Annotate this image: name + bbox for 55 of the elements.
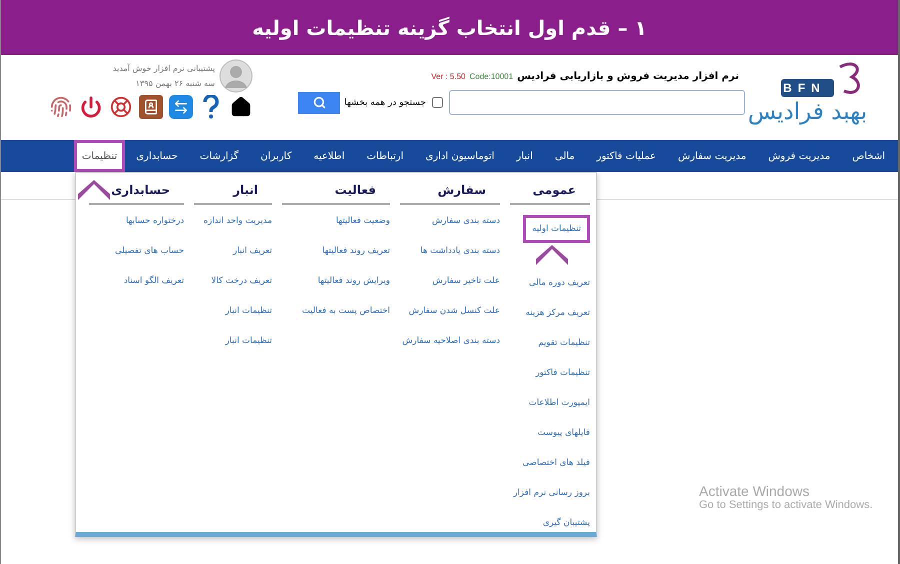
- banner-title: ۱ – قدم اول انتخاب گزینه تنظیمات اولیه: [252, 16, 647, 40]
- menu-item[interactable]: بروز رسانی نرم افزار: [513, 487, 590, 517]
- nav-tab[interactable]: مالی: [544, 140, 586, 172]
- menu-item[interactable]: تعریف مرکز هزینه: [526, 307, 590, 337]
- activation-title: Activate Windows: [699, 483, 810, 499]
- menu-item[interactable]: تنظیمات انبار: [225, 335, 272, 365]
- app-version: Ver : 5.50: [431, 72, 466, 81]
- menu-item[interactable]: تعریف دوره مالی: [529, 277, 590, 307]
- menu-item[interactable]: درختواره حسابها: [126, 215, 184, 245]
- date-text: سه شنبه ۲۶ بهمن ۱۳۹۵: [134, 79, 215, 88]
- logo-name: بهبد فرادیس: [748, 98, 868, 124]
- menu-item[interactable]: دسته بندی سفارش: [432, 215, 500, 245]
- menu-item[interactable]: فیلد های اختصاصی: [522, 457, 590, 487]
- nav-tab[interactable]: گزارشات: [188, 140, 250, 172]
- menu-item[interactable]: تعریف انبار: [232, 245, 272, 275]
- menu-item[interactable]: تعریف الگو اسناد: [124, 275, 184, 305]
- menu-item[interactable]: مدیریت واحد اندازه: [204, 215, 272, 245]
- nav-tab[interactable]: انبار: [505, 140, 544, 172]
- menu-item[interactable]: تعریف روند فعالیتها: [322, 245, 390, 275]
- menu-column-heading: عمومی: [510, 175, 590, 205]
- menu-item[interactable]: تنظیمات تقویم: [538, 337, 590, 367]
- menu-column-heading: حسابداری: [89, 175, 184, 205]
- menu-item[interactable]: ویرایش روند فعالیتها: [318, 275, 390, 305]
- nav-tab[interactable]: کاربران: [250, 140, 303, 172]
- menu-item[interactable]: وضعیت فعالیتها: [336, 215, 390, 245]
- menu-column-heading: انبار: [194, 175, 272, 205]
- menu-column-heading: سفارش: [400, 175, 500, 205]
- app-code: Code:10001: [469, 72, 514, 81]
- menu-item[interactable]: تنظیمات اولیه: [523, 215, 590, 243]
- menu-item[interactable]: دسته بندی یادداشت ها: [420, 245, 500, 275]
- nav-tab[interactable]: مدیریت سفارش: [667, 140, 758, 172]
- nav-tab[interactable]: اشخاص: [841, 140, 896, 172]
- menu-item[interactable]: دسته بندی اصلاحیه سفارش: [402, 335, 500, 365]
- nav-tab[interactable]: حسابداری: [125, 140, 189, 172]
- nav-tab[interactable]: مدیریت فروش: [757, 140, 842, 172]
- menu-item[interactable]: پشتیبان گیری: [542, 517, 590, 547]
- menu-item[interactable]: تنظیمات انبار: [225, 305, 272, 335]
- nav-tab[interactable]: اطلاعیه: [302, 140, 356, 172]
- nav-tab[interactable]: اتوماسیون اداری: [414, 140, 506, 172]
- menu-item[interactable]: اختصاص پست به فعالیت: [302, 305, 390, 335]
- nav-tab[interactable]: عملیات فاکتور: [586, 140, 667, 172]
- menu-item[interactable]: ایمپورت اطلاعات: [528, 397, 590, 427]
- menu-item[interactable]: فایلهای پیوست: [538, 427, 590, 457]
- all-sections-label: جستجو در همه بخشها: [344, 98, 426, 108]
- welcome-text: پشتیبانی نرم افزار خوش آمدید: [112, 64, 215, 73]
- menu-item[interactable]: حساب های تفصیلی: [114, 245, 184, 275]
- nav-tab[interactable]: ارتباطات: [356, 140, 415, 172]
- logo-badge: BFN: [781, 78, 834, 96]
- menu-item[interactable]: تنظیمات فاکتور: [536, 367, 590, 397]
- menu-item[interactable]: علت کنسل شدن سفارش: [408, 305, 500, 335]
- activation-text: Go to Settings to activate Windows.: [699, 499, 873, 511]
- app-title: نرم افزار مدیریت فروش و بازاریابی فرادیس: [517, 71, 739, 82]
- menu-item[interactable]: تعریف درخت کالا: [211, 275, 272, 305]
- menu-item[interactable]: علت تاخیر سفارش: [432, 275, 500, 305]
- menu-column-heading: فعالیت: [282, 175, 390, 205]
